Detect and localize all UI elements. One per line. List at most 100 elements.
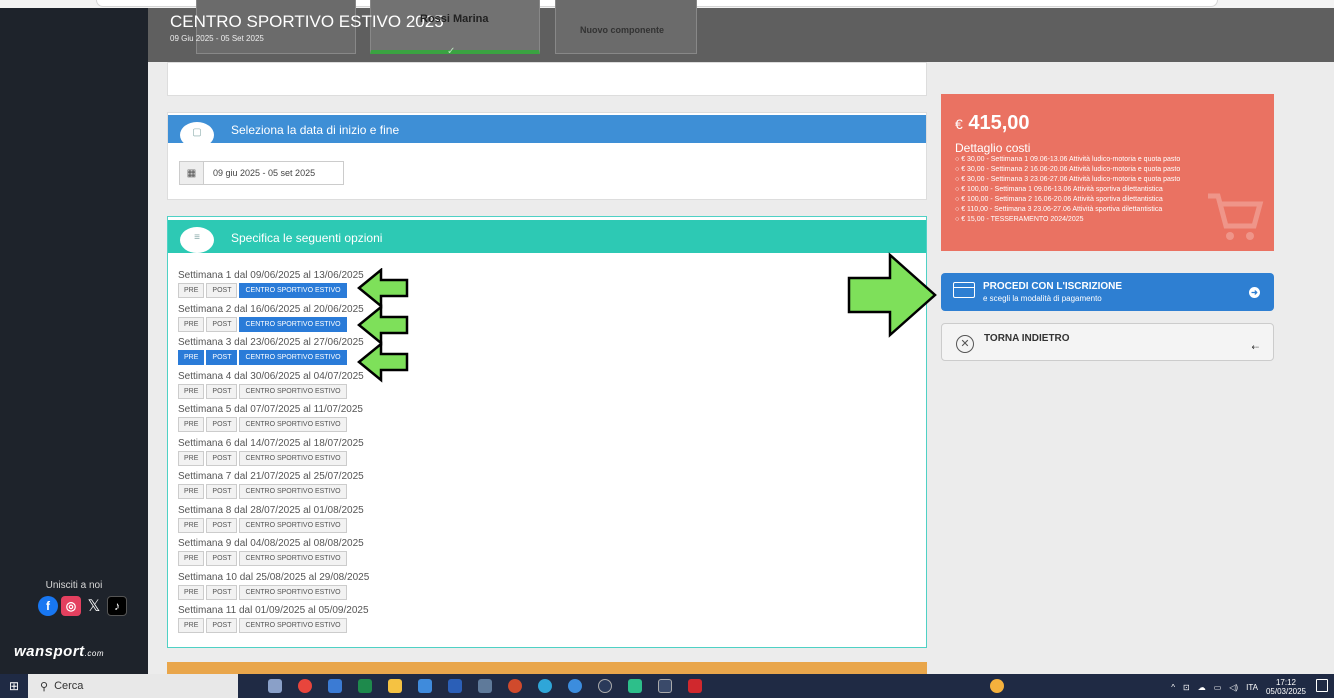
cloud-icon[interactable]: ☁: [1198, 683, 1206, 692]
highlight-arrows: [357, 268, 409, 383]
date-range-field[interactable]: ▦ 09 giu 2025 - 05 set 2025: [179, 161, 344, 185]
cost-line: ○ € 30,00 - Settimana 1 09.06-13.06 Atti…: [955, 155, 1180, 165]
post-toggle[interactable]: POST: [206, 484, 238, 499]
week-options: PRE POST CENTRO SPORTIVO ESTIVO: [178, 283, 369, 298]
outlook-icon[interactable]: [328, 679, 342, 693]
cost-line-text: € 110,00 - Settimana 3 23.06-27.06 Attiv…: [961, 206, 1163, 213]
post-toggle[interactable]: POST: [206, 551, 238, 566]
pre-toggle[interactable]: PRE: [178, 383, 205, 399]
brand-logo: wansport.com: [14, 643, 105, 660]
notification-icon[interactable]: [1316, 679, 1328, 692]
pre-toggle[interactable]: PRE: [178, 584, 205, 600]
windows-start-icon[interactable]: ⊞: [0, 674, 28, 698]
word-icon[interactable]: [448, 679, 462, 693]
clock[interactable]: 17:12 05/03/2025: [1266, 678, 1306, 696]
centro-sportivo-toggle[interactable]: CENTRO SPORTIVO ESTIVO: [239, 484, 347, 499]
pre-toggle[interactable]: PRE: [178, 450, 205, 466]
list-icon: ≡: [180, 227, 214, 253]
options-title: Specifica le seguenti opzioni: [231, 231, 383, 245]
tiktok-icon[interactable]: ♪: [107, 596, 127, 616]
centro-sportivo-toggle[interactable]: CENTRO SPORTIVO ESTIVO: [239, 383, 347, 399]
post-toggle[interactable]: POST: [206, 350, 238, 365]
centro-sportivo-toggle[interactable]: CENTRO SPORTIVO ESTIVO: [239, 618, 347, 633]
post-toggle[interactable]: POST: [206, 316, 238, 332]
next-section-card: [167, 662, 927, 674]
week-label: Settimana 8 dal 28/07/2025 al 01/08/2025: [178, 504, 364, 516]
display-icon[interactable]: ▭: [1214, 683, 1222, 692]
week-options: PRE POST CENTRO SPORTIVO ESTIVO: [178, 450, 369, 466]
media-player-icon[interactable]: [598, 679, 612, 693]
new-member-label: Nuovo componente: [580, 25, 665, 35]
post-toggle[interactable]: POST: [206, 283, 238, 298]
pre-toggle[interactable]: PRE: [178, 618, 205, 633]
volume-icon[interactable]: ◁): [1229, 683, 1238, 692]
selected-member-name: Rossi Marina: [420, 13, 489, 25]
week-row: Settimana 8 dal 28/07/2025 al 01/08/2025…: [178, 505, 369, 539]
system-tray: ^ ⊡ ☁ ▭ ◁) ITA 17:12 05/03/2025: [1171, 678, 1306, 696]
taskbar-search[interactable]: ⚲ Cerca: [28, 674, 238, 698]
week-options: PRE POST CENTRO SPORTIVO ESTIVO: [178, 383, 369, 399]
week-options: PRE POST CENTRO SPORTIVO ESTIVO: [178, 484, 369, 499]
chevron-up-icon[interactable]: ^: [1171, 683, 1175, 692]
proceed-subtitle: e scegli la modalità di pagamento: [983, 294, 1102, 303]
centro-sportivo-toggle[interactable]: CENTRO SPORTIVO ESTIVO: [239, 350, 347, 365]
x-icon[interactable]: 𝕏: [84, 596, 104, 616]
acrobat-icon[interactable]: [688, 679, 702, 693]
centro-sportivo-toggle[interactable]: CENTRO SPORTIVO ESTIVO: [239, 517, 347, 533]
security-icon[interactable]: [658, 679, 672, 693]
back-button[interactable]: ✕ TORNA INDIETRO ⇠: [941, 323, 1274, 361]
instagram-icon[interactable]: ◎: [61, 596, 81, 616]
credit-card-icon: [953, 282, 975, 298]
language-indicator[interactable]: ITA: [1246, 683, 1258, 692]
centro-sportivo-toggle[interactable]: CENTRO SPORTIVO ESTIVO: [239, 551, 347, 566]
calculator-icon[interactable]: [478, 679, 492, 693]
cost-line-text: € 30,00 - Settimana 2 16.06-20.06 Attivi…: [961, 166, 1181, 173]
post-toggle[interactable]: POST: [206, 618, 238, 633]
pre-toggle[interactable]: PRE: [178, 484, 205, 499]
post-toggle[interactable]: POST: [206, 450, 238, 466]
edge-icon[interactable]: [538, 679, 552, 693]
post-toggle[interactable]: POST: [206, 584, 238, 600]
cost-line-text: € 100,00 - Settimana 1 09.06-13.06 Attiv…: [961, 186, 1163, 193]
pre-toggle[interactable]: PRE: [178, 517, 205, 533]
powerpoint-icon[interactable]: [508, 679, 522, 693]
calendar-icon: ▢: [180, 122, 214, 148]
centro-sportivo-toggle[interactable]: CENTRO SPORTIVO ESTIVO: [239, 283, 347, 298]
event-dates: 09 Giu 2025 - 05 Set 2025: [170, 34, 264, 43]
post-toggle[interactable]: POST: [206, 517, 238, 533]
pre-toggle[interactable]: PRE: [178, 350, 205, 365]
cost-line-text: € 30,00 - Settimana 3 23.06-27.06 Attivi…: [961, 176, 1181, 183]
week-label: Settimana 5 dal 07/07/2025 al 11/07/2025: [178, 404, 363, 415]
proceed-enrollment-button[interactable]: PROCEDI CON L'ISCRIZIONE e scegli la mod…: [941, 273, 1274, 311]
pre-toggle[interactable]: PRE: [178, 551, 205, 566]
help-icon[interactable]: [990, 679, 1004, 693]
centro-sportivo-toggle[interactable]: CENTRO SPORTIVO ESTIVO: [239, 417, 347, 432]
options-header: ≡ Specifica le seguenti opzioni: [168, 220, 926, 253]
task-view-icon[interactable]: [268, 679, 282, 693]
chrome-icon[interactable]: [298, 679, 312, 693]
excel-icon[interactable]: [358, 679, 372, 693]
cost-line-text: € 100,00 - Settimana 2 16.06-20.06 Attiv…: [961, 196, 1163, 203]
facebook-icon[interactable]: f: [38, 596, 58, 616]
centro-sportivo-toggle[interactable]: CENTRO SPORTIVO ESTIVO: [239, 584, 347, 600]
store-icon[interactable]: [418, 679, 432, 693]
week-list: Settimana 1 dal 09/06/2025 al 13/06/2025…: [178, 270, 369, 639]
centro-sportivo-toggle[interactable]: CENTRO SPORTIVO ESTIVO: [239, 316, 347, 332]
post-toggle[interactable]: POST: [206, 417, 238, 432]
post-toggle[interactable]: POST: [206, 383, 238, 399]
pre-toggle[interactable]: PRE: [178, 283, 205, 298]
centro-sportivo-toggle[interactable]: CENTRO SPORTIVO ESTIVO: [239, 450, 347, 466]
week-options: PRE POST CENTRO SPORTIVO ESTIVO: [178, 618, 369, 633]
file-explorer-icon[interactable]: [388, 679, 402, 693]
app-icon[interactable]: [628, 679, 642, 693]
social-links: f ◎ 𝕏 ♪: [38, 596, 127, 616]
browser-icon[interactable]: [568, 679, 582, 693]
proceed-arrow-icon: [847, 252, 937, 338]
sidebar: [0, 8, 148, 674]
pre-toggle[interactable]: PRE: [178, 316, 205, 332]
network-icon[interactable]: ⊡: [1183, 683, 1190, 692]
pre-toggle[interactable]: PRE: [178, 417, 205, 432]
week-row: Settimana 11 dal 01/09/2025 al 05/09/202…: [178, 605, 369, 639]
windows-taskbar: ⊞ ⚲ Cerca ^ ⊡ ☁ ▭ ◁) ITA 17:12 05/03/202…: [0, 674, 1334, 698]
clock-date: 05/03/2025: [1265, 687, 1306, 696]
